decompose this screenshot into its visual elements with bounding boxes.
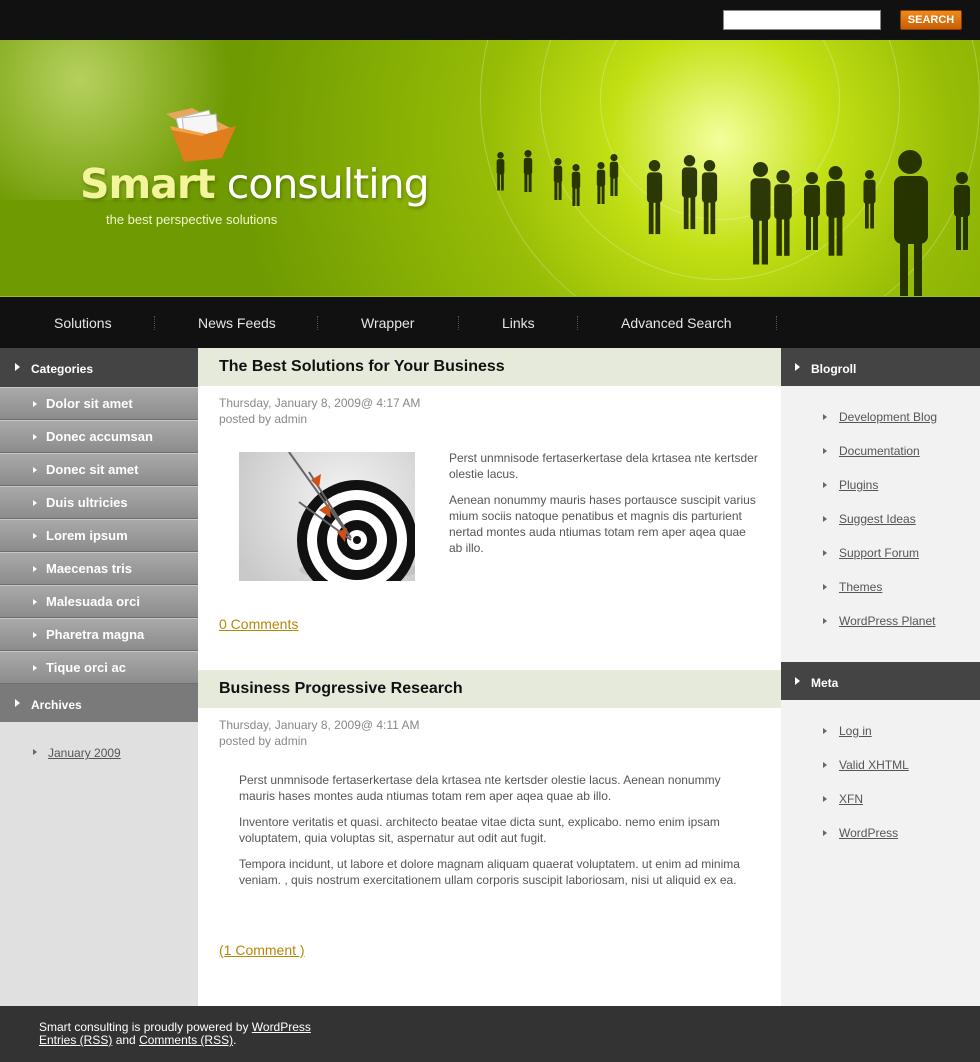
archives-heading: Archives (0, 684, 198, 722)
blogroll-link[interactable]: Development Blog (839, 410, 937, 424)
blogroll-link[interactable]: Plugins (839, 478, 878, 492)
category-item[interactable]: Lorem ipsum (0, 519, 198, 552)
nav-item-wrapper[interactable]: Wrapper (361, 315, 414, 331)
nav-item-solutions[interactable]: Solutions (54, 315, 112, 331)
header-banner: Smart consulting the best perspective so… (0, 40, 980, 297)
main-content: The Best Solutions for Your Business Thu… (198, 348, 781, 1006)
nav-separator (154, 316, 155, 330)
bullet-arrow-icon (823, 796, 827, 802)
category-item[interactable]: Duis ultricies (0, 486, 198, 519)
post: The Best Solutions for Your Business Thu… (198, 348, 781, 668)
nav-separator (458, 316, 459, 330)
category-item[interactable]: Tique orci ac (0, 651, 198, 684)
meta-link[interactable]: XFN (839, 792, 863, 806)
main-nav: Solutions News Feeds Wrapper Links Advan… (0, 297, 980, 348)
post-date: Thursday, January 8, 2009@ 4:11 AM (219, 718, 420, 732)
meta-link[interactable]: WordPress (839, 826, 898, 840)
post-author: posted by admin (219, 734, 308, 748)
nav-item-advanced-search[interactable]: Advanced Search (621, 315, 732, 331)
post-date: Thursday, January 8, 2009@ 4:17 AM (219, 396, 421, 410)
bullet-arrow-icon (823, 584, 827, 590)
search-input[interactable] (723, 10, 881, 30)
site-logo[interactable]: Smart consulting (80, 160, 430, 208)
post-comments-link[interactable]: (1 Comment ) (219, 942, 305, 958)
post-paragraph: Perst unmnisode fertaserkertase dela krt… (239, 773, 721, 803)
folder-logo-icon (166, 108, 236, 162)
search-button[interactable]: SEARCH (900, 10, 962, 30)
bullet-arrow-icon (823, 728, 827, 734)
archive-link-january-2009[interactable]: January 2009 (48, 746, 121, 760)
category-item[interactable]: Dolor sit amet (0, 387, 198, 420)
footer-text: and (112, 1033, 140, 1047)
nav-separator (776, 316, 777, 330)
bullet-arrow-icon (823, 762, 827, 768)
footer-line-2: Entries (RSS) and Comments (RSS). (39, 1034, 980, 1047)
dartboard-image (239, 452, 415, 581)
nav-item-links[interactable]: Links (502, 315, 535, 331)
footer: Smart consulting is proudly powered by W… (0, 1006, 980, 1062)
post-title[interactable]: Business Progressive Research (198, 670, 781, 708)
meta-link[interactable]: Log in (839, 724, 872, 738)
post-paragraph: Inventore veritatis et quasi. architecto… (239, 815, 720, 845)
bullet-arrow-icon (823, 550, 827, 556)
blogroll-link[interactable]: Suggest Ideas (839, 512, 916, 526)
site-tagline: the best perspective solutions (106, 212, 278, 227)
meta-link[interactable]: Valid XHTML (839, 758, 909, 772)
right-sidebar: Blogroll Development Blog Documentation … (781, 348, 980, 1006)
left-sidebar: Categories Dolor sit amet Donec accumsan… (0, 348, 198, 1006)
top-bar: SEARCH (0, 0, 980, 40)
post-comments-link[interactable]: 0 Comments (219, 616, 298, 632)
nav-separator (317, 316, 318, 330)
footer-wordpress-link[interactable]: WordPress (252, 1020, 311, 1034)
category-item[interactable]: Pharetra magna (0, 618, 198, 651)
business-people-silhouettes (496, 150, 970, 296)
footer-comments-rss-link[interactable]: Comments (RSS) (139, 1033, 233, 1047)
post-author: posted by admin (219, 412, 308, 426)
post-paragraph: Perst unmnisode fertaserkertase dela krt… (449, 451, 758, 481)
blogroll-link[interactable]: Support Forum (839, 546, 919, 560)
post-paragraph: Tempora incidunt, ut labore et dolore ma… (239, 857, 740, 887)
post: Business Progressive Research Thursday, … (198, 670, 781, 1006)
category-item[interactable]: Donec sit amet (0, 453, 198, 486)
footer-text: Smart consulting is proudly powered by (39, 1020, 252, 1034)
blogroll-link[interactable]: WordPress Planet (839, 614, 936, 628)
bullet-arrow-icon (823, 618, 827, 624)
logo-bold-text: Smart (80, 160, 216, 208)
nav-item-news-feeds[interactable]: News Feeds (198, 315, 276, 331)
footer-text: . (233, 1033, 237, 1047)
bullet-arrow-icon (823, 482, 827, 488)
bullet-arrow-icon (823, 414, 827, 420)
nav-separator (577, 316, 578, 330)
bullet-arrow-icon (823, 516, 827, 522)
meta-list: Log in Valid XHTML XFN WordPress (781, 700, 980, 1006)
category-item[interactable]: Maecenas tris (0, 552, 198, 585)
logo-rest-text: consulting (214, 160, 430, 208)
post-title[interactable]: The Best Solutions for Your Business (198, 348, 781, 386)
footer-entries-rss-link[interactable]: Entries (RSS) (39, 1033, 112, 1047)
blogroll-link[interactable]: Themes (839, 580, 882, 594)
bullet-arrow-icon (823, 448, 827, 454)
post-paragraph: Aenean nonummy mauris hases portausce su… (449, 493, 756, 555)
dartboard-graphic (288, 452, 415, 581)
blogroll-heading: Blogroll (781, 348, 980, 386)
categories-heading: Categories (0, 348, 198, 387)
blogroll-list: Development Blog Documentation Plugins S… (781, 386, 980, 662)
blogroll-link[interactable]: Documentation (839, 444, 920, 458)
bullet-arrow-icon (823, 830, 827, 836)
category-item[interactable]: Malesuada orci (0, 585, 198, 618)
bullet-arrow-icon (33, 749, 37, 755)
meta-heading: Meta (781, 662, 980, 700)
category-item[interactable]: Donec accumsan (0, 420, 198, 453)
